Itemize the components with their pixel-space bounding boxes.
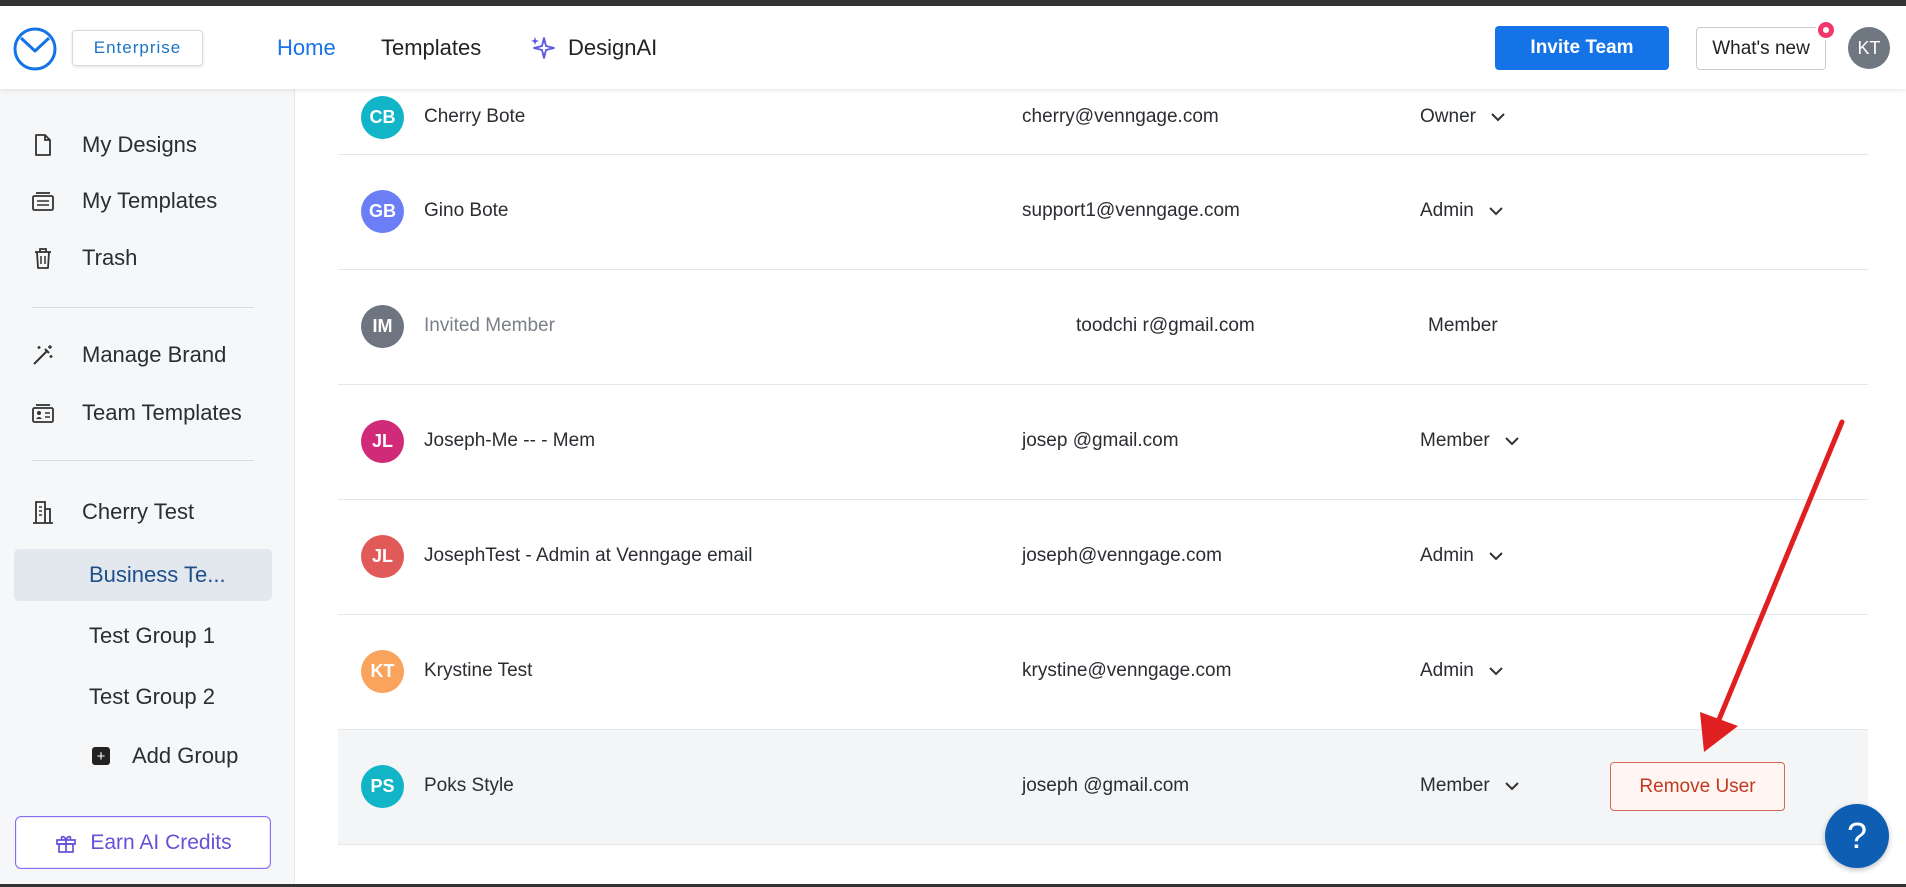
- sidebar-item-manage-brand[interactable]: Manage Brand: [30, 337, 226, 373]
- role-label: Member: [1428, 315, 1498, 336]
- sidebar-item-label: Cherry Test: [82, 499, 195, 524]
- avatar: GB: [361, 190, 404, 233]
- help-button[interactable]: ?: [1825, 804, 1889, 868]
- member-email: toodchi r@gmail.com: [1076, 315, 1255, 336]
- role-label: Member: [1420, 775, 1490, 796]
- sidebar-item-label: Manage Brand: [82, 342, 227, 367]
- sidebar-item-label: Trash: [82, 245, 138, 270]
- member-email: joseph@venngage.com: [1022, 545, 1222, 566]
- member-email: support1@venngage.com: [1022, 200, 1240, 221]
- sparkle-icon: [531, 37, 555, 59]
- notification-dot-icon: [1816, 20, 1836, 40]
- sidebar-item-my-templates[interactable]: My Templates: [30, 183, 217, 219]
- sidebar-item-label: Team Templates: [82, 400, 242, 425]
- top-header: Enterprise Home Templates DesignAI Invit…: [0, 6, 1906, 89]
- role-label: Admin: [1420, 200, 1474, 221]
- plus-square-icon: +: [92, 747, 110, 765]
- nav-templates[interactable]: Templates: [381, 32, 481, 64]
- team-templates-icon: [30, 400, 56, 426]
- member-name: Gino Bote: [424, 200, 509, 221]
- building-icon: [30, 499, 56, 525]
- role-label: Admin: [1420, 660, 1474, 681]
- chevron-down-icon: [1489, 552, 1503, 561]
- chevron-down-icon: [1489, 667, 1503, 676]
- member-name: Joseph-Me -- - Mem: [424, 430, 596, 451]
- chevron-down-icon: [1504, 782, 1519, 791]
- sidebar-item-label: My Designs: [82, 132, 197, 157]
- member-name: Cherry Bote: [424, 106, 526, 127]
- sidebar-item-my-designs[interactable]: My Designs: [30, 127, 197, 163]
- member-email: joseph @gmail.com: [1022, 775, 1190, 796]
- sidebar-item-team-templates[interactable]: Team Templates: [30, 395, 242, 431]
- sidebar-group-test-group-2[interactable]: Test Group 2: [14, 671, 272, 723]
- file-icon: [30, 132, 56, 158]
- invite-team-button[interactable]: Invite Team: [1495, 26, 1669, 70]
- table-row[interactable]: IM Invited Member toodchi r@gmail.com Me…: [338, 270, 1868, 385]
- member-name: Krystine Test: [424, 660, 533, 681]
- earn-ai-credits-label: Earn AI Credits: [90, 830, 232, 854]
- role-label: Member: [1420, 430, 1490, 451]
- role-dropdown[interactable]: Member: [1420, 426, 1520, 456]
- avatar: JL: [361, 535, 404, 578]
- avatar: IM: [361, 305, 404, 348]
- table-row[interactable]: JL Joseph-Me -- - Mem josep @gmail.com M…: [338, 385, 1868, 500]
- sidebar-group-test-group-1[interactable]: Test Group 1: [14, 610, 272, 662]
- table-row[interactable]: GB Gino Bote support1@venngage.com Admin: [338, 155, 1868, 270]
- chevron-down-icon: [1491, 113, 1505, 122]
- sidebar-divider: [32, 307, 254, 308]
- nav-designai[interactable]: DesignAI: [530, 32, 657, 64]
- member-email: josep @gmail.com: [1022, 430, 1179, 451]
- role-label: Admin: [1420, 545, 1474, 566]
- venngage-logo-icon[interactable]: [12, 26, 58, 72]
- role-dropdown[interactable]: Admin: [1420, 196, 1504, 226]
- user-avatar[interactable]: KT: [1848, 27, 1890, 69]
- remove-user-button[interactable]: Remove User: [1610, 762, 1785, 811]
- member-email: krystine@venngage.com: [1022, 660, 1232, 681]
- sidebar-item-trash[interactable]: Trash: [30, 240, 137, 276]
- role-dropdown[interactable]: Admin: [1420, 656, 1504, 686]
- whats-new-button[interactable]: What's new: [1696, 27, 1826, 70]
- member-name: Poks Style: [424, 775, 514, 796]
- member-name: Invited Member: [424, 315, 555, 336]
- trash-icon: [30, 245, 56, 271]
- table-row[interactable]: PS Poks Style joseph @gmail.com Member R…: [338, 730, 1868, 845]
- sidebar-item-label: My Templates: [82, 188, 218, 213]
- avatar: JL: [361, 420, 404, 463]
- chevron-down-icon: [1504, 437, 1519, 446]
- role-dropdown[interactable]: Owner: [1420, 102, 1506, 132]
- table-row[interactable]: KT Krystine Test krystine@venngage.com A…: [338, 615, 1868, 730]
- role-dropdown[interactable]: Admin: [1420, 541, 1504, 571]
- chevron-down-icon: [1489, 207, 1503, 216]
- enterprise-badge: Enterprise: [72, 30, 203, 66]
- sidebar-divider: [32, 460, 254, 461]
- avatar: KT: [361, 650, 404, 693]
- sidebar-item-cherry-test[interactable]: Cherry Test: [30, 494, 194, 530]
- earn-ai-credits-button[interactable]: Earn AI Credits: [15, 816, 271, 869]
- member-name: JosephTest - Admin at Venngage email: [424, 545, 753, 566]
- nav-designai-label: DesignAI: [568, 35, 658, 60]
- add-group-label: Add Group: [132, 743, 239, 768]
- sidebar: My Designs My Templates Trash Manage Bra…: [0, 89, 295, 884]
- templates-icon: [30, 188, 56, 214]
- avatar: CB: [361, 96, 404, 139]
- role-dropdown[interactable]: Member: [1420, 771, 1520, 801]
- magic-wand-icon: [30, 342, 56, 368]
- gift-icon: [56, 835, 77, 853]
- role-label: Owner: [1420, 106, 1476, 127]
- add-group-button[interactable]: + Add Group: [92, 738, 238, 774]
- nav-home[interactable]: Home: [277, 32, 336, 64]
- sidebar-group-business-team[interactable]: Business Te...: [14, 549, 272, 601]
- member-email: cherry@venngage.com: [1022, 106, 1219, 127]
- avatar: PS: [361, 765, 404, 808]
- table-row[interactable]: JL JosephTest - Admin at Venngage email …: [338, 500, 1868, 615]
